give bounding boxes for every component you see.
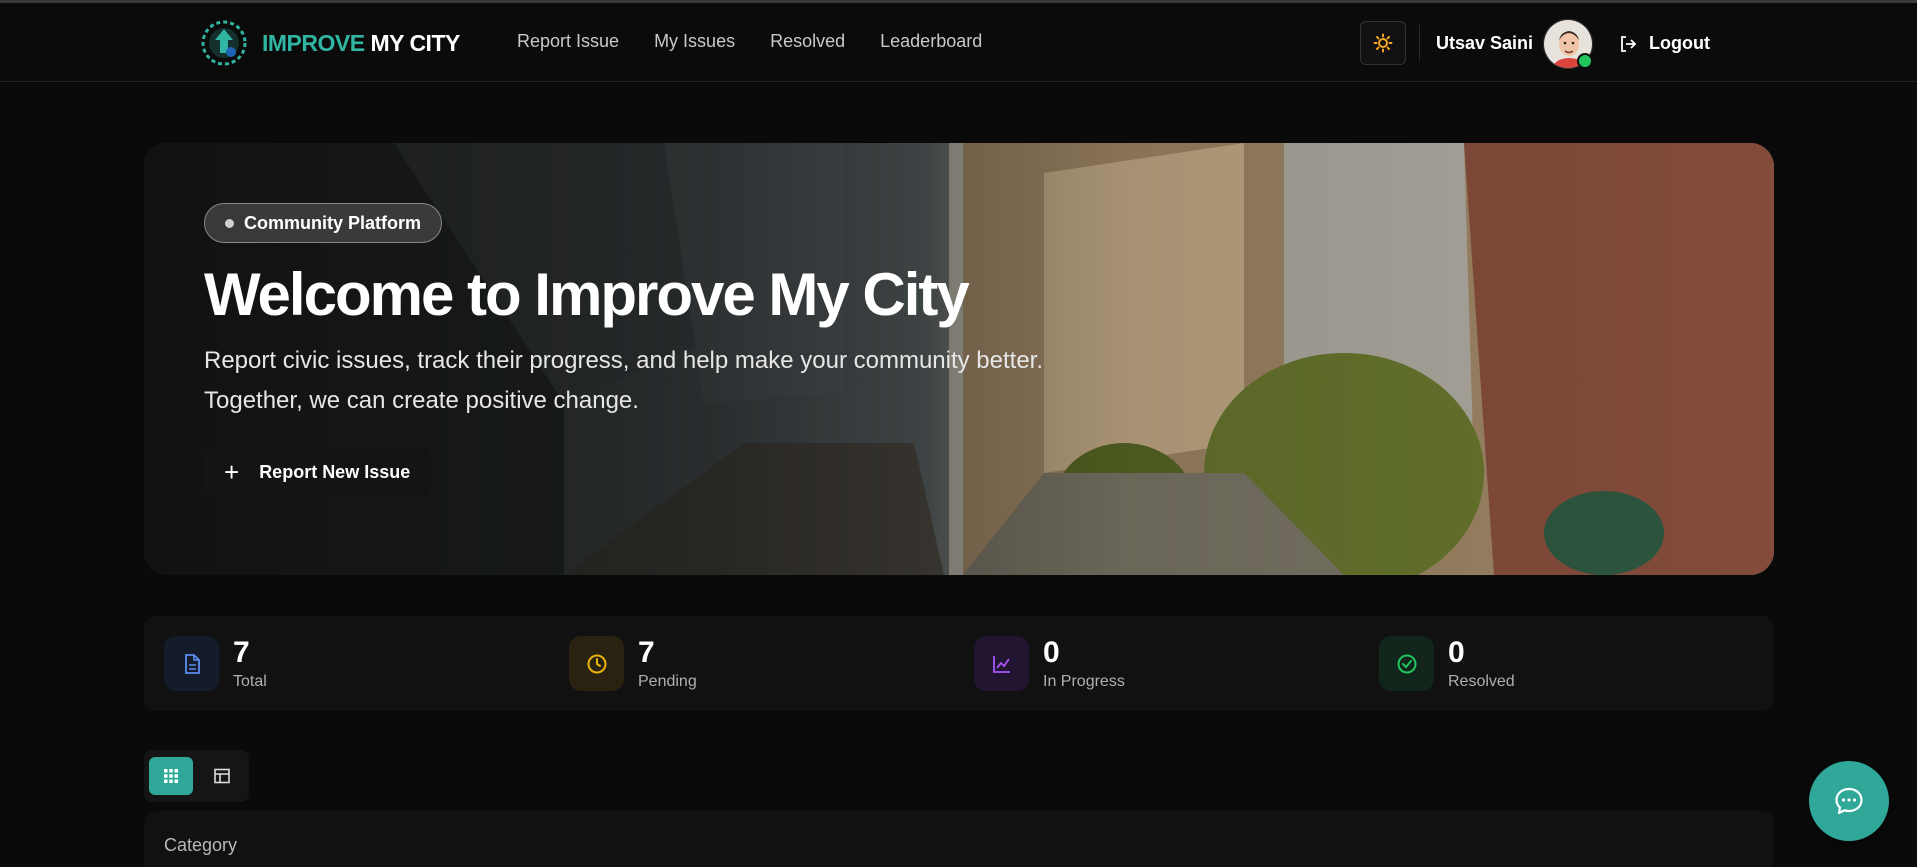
nav-link-my-issues[interactable]: My Issues <box>654 31 735 52</box>
stat-resolved-icon-box <box>1379 636 1434 691</box>
brand[interactable]: IMPROVE MY CITY <box>200 19 460 67</box>
main-nav: Report Issue My Issues Resolved Leaderbo… <box>517 31 982 52</box>
stat-total: 7 Total <box>164 636 267 691</box>
stat-in-progress-label: In Progress <box>1043 672 1125 690</box>
brand-name: IMPROVE MY CITY <box>262 30 460 57</box>
grid-view-button[interactable] <box>149 757 193 795</box>
logout-icon <box>1621 35 1637 52</box>
clock-icon <box>587 654 606 673</box>
brand-logo-icon <box>201 20 247 66</box>
stats-bar: 7 Total 7 Pending 0 In Progress 0 Resolv… <box>144 616 1774 711</box>
hero-content: Community Platform Welcome to Improve My… <box>204 203 1064 497</box>
stat-pending-value: 7 <box>638 635 655 669</box>
category-filter-title: Category <box>164 835 238 855</box>
sun-icon <box>1373 33 1393 53</box>
chat-button[interactable] <box>1809 761 1889 841</box>
stat-total-value: 7 <box>233 635 250 669</box>
table-view-button[interactable] <box>200 757 244 795</box>
document-icon <box>184 653 200 674</box>
view-toggle <box>144 750 249 802</box>
check-circle-icon <box>1397 654 1416 673</box>
brand-name-part1: IMPROVE <box>262 29 365 56</box>
stat-total-icon-box <box>164 636 219 691</box>
chat-icon <box>1835 787 1863 815</box>
brand-name-part2: MY CITY <box>370 29 460 56</box>
hero-subtitle: Report civic issues, track their progres… <box>204 347 1044 414</box>
hero-title: Welcome to Improve My City <box>204 261 970 328</box>
community-platform-badge: Community Platform <box>204 203 443 243</box>
theme-toggle-button[interactable] <box>1360 21 1406 65</box>
grid-icon <box>164 769 178 783</box>
online-status-dot <box>1577 53 1593 69</box>
report-new-issue-button[interactable]: + Report New Issue <box>204 447 431 497</box>
logout-label: Logout <box>1649 33 1710 53</box>
stat-in-progress: 0 In Progress <box>974 636 1125 691</box>
filters-panel: Category <box>144 811 1774 867</box>
stat-total-label: Total <box>233 672 267 690</box>
stat-resolved-value: 0 <box>1448 635 1465 669</box>
table-icon <box>214 768 230 784</box>
chart-line-icon <box>992 655 1010 673</box>
report-new-issue-label: Report New Issue <box>259 461 411 482</box>
nav-link-report-issue[interactable]: Report Issue <box>517 31 619 52</box>
badge-dot <box>225 218 234 228</box>
stat-pending: 7 Pending <box>569 636 697 691</box>
logout-button[interactable]: Logout <box>1619 33 1710 54</box>
nav-link-leaderboard[interactable]: Leaderboard <box>880 31 982 52</box>
navbar: IMPROVE MY CITY Report Issue My Issues R… <box>0 3 1917 82</box>
stat-in-progress-value: 0 <box>1043 635 1060 669</box>
nav-link-resolved[interactable]: Resolved <box>770 31 845 52</box>
hero-banner: Community Platform Welcome to Improve My… <box>144 143 1774 575</box>
navbar-divider <box>1419 25 1420 61</box>
stat-pending-icon-box <box>569 636 624 691</box>
plus-icon: + <box>224 457 240 487</box>
stat-resolved: 0 Resolved <box>1379 636 1515 691</box>
stat-pending-label: Pending <box>638 672 697 690</box>
badge-label: Community Platform <box>244 212 422 233</box>
user-name[interactable]: Utsav Saini <box>1436 33 1533 54</box>
stat-in-progress-icon-box <box>974 636 1029 691</box>
stat-resolved-label: Resolved <box>1448 672 1515 690</box>
